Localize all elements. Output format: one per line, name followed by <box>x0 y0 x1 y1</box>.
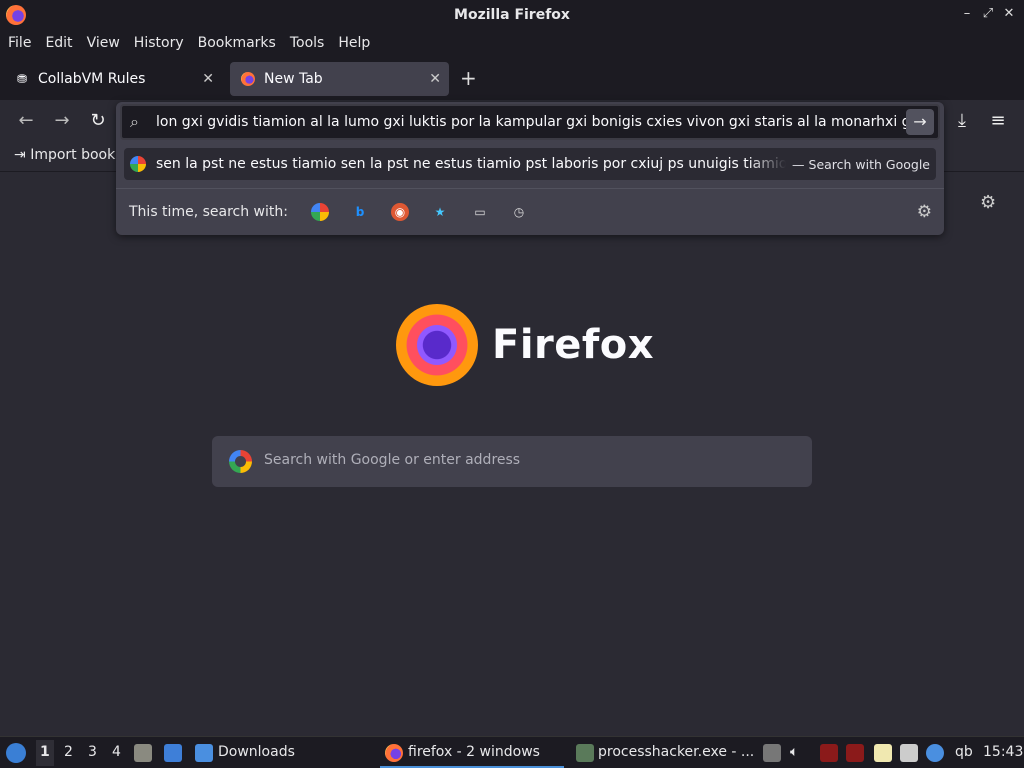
workspace-3[interactable]: 3 <box>88 744 97 760</box>
bing-engine-icon[interactable]: b <box>351 203 369 221</box>
processhacker-icon <box>576 744 594 762</box>
volume-icon[interactable]: 🔈︎ <box>790 744 798 760</box>
one-off-search-bar: This time, search with: b ◉ ★ ▭ ◷ ⚙ <box>116 188 944 234</box>
menu-view[interactable]: View <box>87 35 120 51</box>
bookmarks-star-icon[interactable]: ★ <box>431 203 449 221</box>
firefox-logo-icon <box>396 304 478 386</box>
close-icon[interactable]: ✕ <box>1000 6 1018 21</box>
taskbar-processhacker[interactable]: processhacker.exe - ... <box>598 744 754 760</box>
urlbar-popup: ⌕ lon gxi gvidis tiamion al la lumo gxi … <box>116 102 944 235</box>
desktop-icon[interactable] <box>164 744 182 762</box>
reload-icon[interactable]: ↻ <box>86 110 110 131</box>
history-clock-icon[interactable]: ◷ <box>510 203 528 221</box>
taskbar-firefox[interactable]: firefox - 2 windows <box>408 744 540 760</box>
file-manager-icon[interactable] <box>134 744 152 762</box>
menu-help[interactable]: Help <box>338 35 370 51</box>
google-icon <box>130 156 146 172</box>
qbittorrent-icon[interactable]: qb <box>955 744 973 760</box>
menu-tools[interactable]: Tools <box>290 35 325 51</box>
tab-label: New Tab <box>264 71 323 87</box>
taskbar-downloads[interactable]: Downloads <box>218 744 295 760</box>
suggestion-text: sen la pst ne estus tiamio sen la pst ne… <box>156 156 786 172</box>
network-icon[interactable] <box>900 744 918 762</box>
firefox-wordmark: Firefox <box>492 322 655 368</box>
notification-icon[interactable] <box>926 744 944 762</box>
taskbar: 1 2 3 4 Downloads firefox - 2 windows pr… <box>0 736 1024 768</box>
start-menu-icon[interactable] <box>6 743 26 763</box>
search-icon: ⌕ <box>130 112 139 131</box>
firefox-icon <box>6 5 26 25</box>
newtab-settings-icon[interactable]: ⚙ <box>980 192 996 213</box>
workspace-2[interactable]: 2 <box>64 744 73 760</box>
menu-bar: File Edit View History Bookmarks Tools H… <box>0 30 1024 56</box>
menu-file[interactable]: File <box>8 35 31 51</box>
close-tab-icon[interactable]: ✕ <box>429 71 441 87</box>
collabvm-icon: ⛃ <box>16 72 28 86</box>
menu-bookmarks[interactable]: Bookmarks <box>198 35 276 51</box>
minimize-icon[interactable]: – <box>958 6 976 21</box>
maximize-icon[interactable]: ⤢ <box>979 6 997 21</box>
new-tab-icon[interactable]: + <box>460 66 477 90</box>
tabs-icon[interactable]: ▭ <box>471 203 489 221</box>
firefox-icon <box>240 71 256 87</box>
newtab-search-box[interactable]: Search with Google or enter address <box>212 436 812 487</box>
menu-edit[interactable]: Edit <box>45 35 72 51</box>
menu-icon[interactable]: ≡ <box>986 110 1010 131</box>
urlbar-text[interactable]: lon gxi gvidis tiamion al la lumo gxi lu… <box>156 114 916 130</box>
back-icon[interactable]: ← <box>14 110 38 131</box>
urlbar-input[interactable]: ⌕ lon gxi gvidis tiamion al la lumo gxi … <box>120 104 940 140</box>
workspace-4[interactable]: 4 <box>112 744 121 760</box>
suggestion-hint: — Search with Google <box>792 157 930 172</box>
tab-collabvm-rules[interactable]: ⛃ CollabVM Rules ✕ <box>4 62 222 96</box>
search-placeholder: Search with Google or enter address <box>264 452 521 468</box>
cpu-graph-icon[interactable] <box>820 744 838 762</box>
import-icon: ⇥ <box>14 147 26 163</box>
tab-bar: ⛃ CollabVM Rules ✕ New Tab ✕ <box>0 56 1024 100</box>
google-icon <box>229 450 252 473</box>
search-settings-icon[interactable]: ⚙ <box>917 202 932 222</box>
window-title: Mozilla Firefox <box>454 7 570 23</box>
tab-label: CollabVM Rules <box>38 71 146 87</box>
menu-history[interactable]: History <box>134 35 184 51</box>
one-off-label: This time, search with: <box>129 204 288 220</box>
workspace-1[interactable]: 1 <box>40 744 50 760</box>
import-bookmarks-button[interactable]: ⇥ Import book <box>14 147 115 163</box>
duckduckgo-engine-icon[interactable]: ◉ <box>391 203 409 221</box>
folder-icon <box>195 744 213 762</box>
tray-eject-icon[interactable] <box>763 744 781 762</box>
memory-graph-icon[interactable] <box>846 744 864 762</box>
close-tab-icon[interactable]: ✕ <box>202 71 214 87</box>
forward-icon[interactable]: → <box>50 110 74 131</box>
clock: 15:43 <box>983 744 1024 760</box>
search-suggestion[interactable]: sen la pst ne estus tiamio sen la pst ne… <box>124 148 936 180</box>
go-arrow-icon[interactable]: → <box>906 109 934 135</box>
downloads-icon[interactable]: ⤓ <box>950 110 974 131</box>
google-engine-icon[interactable] <box>311 203 329 221</box>
title-bar: Mozilla Firefox – ⤢ ✕ <box>0 0 1024 30</box>
clipboard-icon[interactable] <box>874 744 892 762</box>
tab-new-tab[interactable]: New Tab ✕ <box>230 62 449 96</box>
firefox-task-icon <box>385 744 403 762</box>
